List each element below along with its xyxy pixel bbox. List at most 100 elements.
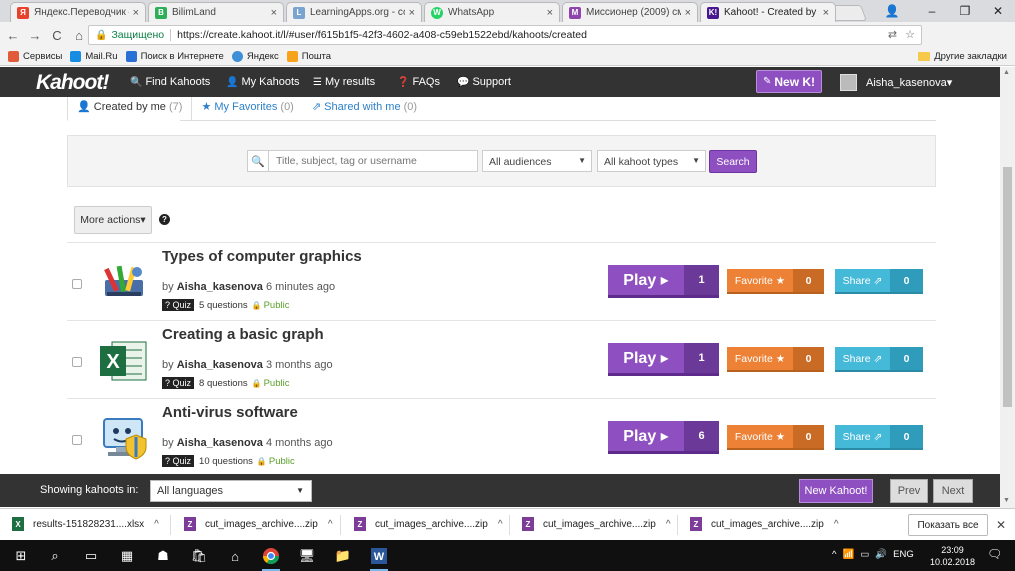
- new-k-button[interactable]: ✎ New K!: [756, 70, 822, 93]
- close-icon[interactable]: ×: [133, 7, 139, 19]
- author-link[interactable]: Aisha_kasenova: [177, 437, 263, 449]
- audience-select[interactable]: All audiences ▼: [482, 150, 592, 172]
- browser-tab-yandex-translate[interactable]: Я Яндекс.Переводчик – с ×: [10, 2, 146, 22]
- download-item[interactable]: X results-151828231....xlsx ^: [12, 517, 159, 531]
- browser-tab-whatsapp[interactable]: W WhatsApp ×: [424, 2, 560, 22]
- kahoot-title[interactable]: Types of computer graphics: [162, 248, 362, 265]
- close-icon[interactable]: ×: [685, 7, 691, 19]
- translate-icon[interactable]: ⇄: [888, 28, 897, 41]
- forward-icon[interactable]: →: [26, 28, 44, 43]
- chevron-up-icon[interactable]: ^: [832, 549, 836, 560]
- avatar[interactable]: [840, 74, 857, 91]
- bookmark-star-icon[interactable]: ☆: [905, 28, 915, 41]
- author-link[interactable]: Aisha_kasenova: [177, 359, 263, 371]
- chevron-up-icon[interactable]: ^: [328, 519, 333, 530]
- bookmark-yandex[interactable]: Яндекс: [231, 51, 279, 62]
- favorite-button[interactable]: Favorite ★ 0: [727, 425, 824, 450]
- help-icon[interactable]: ?: [159, 214, 170, 225]
- browser-tab-kahoot[interactable]: K! Kahoot! - Created by m ×: [700, 2, 836, 22]
- battery-icon[interactable]: ▭: [860, 549, 869, 560]
- page-scrollbar[interactable]: ▲ ▼: [1000, 67, 1015, 508]
- download-item[interactable]: Z cut_images_archive....zip ^: [522, 517, 671, 531]
- close-icon[interactable]: ×: [271, 7, 277, 19]
- show-all-downloads-button[interactable]: Показать все: [908, 514, 988, 536]
- network-icon[interactable]: 📶: [842, 549, 854, 560]
- file-explorer-icon[interactable]: 📁: [332, 545, 354, 567]
- chrome-app-icon[interactable]: [260, 545, 282, 571]
- prev-page-button[interactable]: Prev: [890, 479, 928, 503]
- share-button[interactable]: Share ⇗ 0: [835, 269, 923, 294]
- browser-tab-learningapps[interactable]: L LearningApps.org - соз ×: [286, 2, 422, 22]
- excel-thumbnail[interactable]: X: [95, 331, 153, 389]
- favorite-button[interactable]: Favorite ★ 0: [727, 347, 824, 372]
- chevron-up-icon[interactable]: ^: [666, 519, 671, 530]
- input-language[interactable]: ENG: [893, 549, 914, 560]
- bookmark-mail[interactable]: Пошта: [286, 51, 331, 62]
- other-bookmarks[interactable]: Другие закладки: [918, 51, 1007, 62]
- kahoot-type-select[interactable]: All kahoot types ▼: [597, 150, 706, 172]
- language-select[interactable]: All languages ▼: [150, 480, 312, 502]
- more-actions-button[interactable]: More actions ▾: [74, 206, 152, 234]
- close-icon[interactable]: ×: [547, 7, 553, 19]
- back-icon[interactable]: ←: [4, 28, 22, 43]
- task-view-icon[interactable]: ▭: [80, 545, 102, 567]
- home-app-icon[interactable]: ⌂: [224, 545, 246, 567]
- close-icon[interactable]: ×: [409, 7, 415, 19]
- chevron-up-icon[interactable]: ^: [498, 519, 503, 530]
- graphics-tools-thumbnail[interactable]: [95, 253, 153, 311]
- notifications-icon[interactable]: 🗨: [987, 547, 1002, 561]
- row-checkbox[interactable]: [72, 279, 82, 289]
- scrollbar-thumb[interactable]: [1003, 167, 1012, 407]
- kahoot-title[interactable]: Anti-virus software: [162, 404, 298, 421]
- antivirus-computer-thumbnail[interactable]: [95, 409, 153, 467]
- nav-my-kahoots[interactable]: 👤 My Kahoots: [226, 76, 300, 88]
- favorite-button[interactable]: Favorite ★ 0: [727, 269, 824, 294]
- search-button[interactable]: Search: [709, 150, 757, 173]
- system-clock[interactable]: 23:09 10.02.2018: [930, 544, 975, 568]
- download-item[interactable]: Z cut_images_archive....zip ^: [184, 517, 333, 531]
- next-page-button[interactable]: Next: [933, 479, 973, 503]
- nav-find-kahoots[interactable]: 🔍 Find Kahoots: [130, 76, 210, 88]
- new-kahoot-button[interactable]: New Kahoot!: [799, 479, 873, 503]
- close-icon[interactable]: ×: [823, 7, 829, 19]
- row-checkbox[interactable]: [72, 357, 82, 367]
- download-item[interactable]: Z cut_images_archive....zip ^: [690, 517, 839, 531]
- bookmark-internet-search[interactable]: Поиск в Интернете: [125, 51, 224, 62]
- scroll-up-icon[interactable]: ▲: [1003, 69, 1010, 76]
- kahoot-logo[interactable]: Kahoot!: [36, 71, 109, 95]
- browser-tab-missioner[interactable]: М Миссионер (2009) смо ×: [562, 2, 698, 22]
- profile-icon[interactable]: 👤: [872, 0, 912, 22]
- nav-my-results[interactable]: ☰ My results: [313, 76, 375, 88]
- browser-tab-bilimland[interactable]: B BilimLand ×: [148, 2, 284, 22]
- tab-my-favorites[interactable]: ★ My Favorites (0): [192, 97, 302, 121]
- word-app-icon[interactable]: W: [368, 545, 390, 571]
- windows-start-icon[interactable]: ⊞: [10, 545, 32, 567]
- people-app-icon[interactable]: ☗: [152, 545, 174, 567]
- reload-icon[interactable]: C: [48, 28, 66, 43]
- search-icon[interactable]: ⌕: [44, 545, 66, 567]
- close-icon[interactable]: ✕: [996, 518, 1006, 532]
- play-button[interactable]: Play ▸ 1: [608, 343, 719, 376]
- monitor-app-icon[interactable]: 🖥: [296, 545, 318, 567]
- user-menu[interactable]: Aisha_kasenova▾: [866, 76, 952, 89]
- chevron-up-icon[interactable]: ^: [154, 519, 159, 530]
- download-item[interactable]: Z cut_images_archive....zip ^: [354, 517, 503, 531]
- store-app-icon[interactable]: 🛍: [188, 545, 210, 567]
- nav-faqs[interactable]: ❓ FAQs: [397, 76, 440, 88]
- chevron-up-icon[interactable]: ^: [834, 519, 839, 530]
- tab-shared-with-me[interactable]: ⇗ Shared with me (0): [303, 97, 426, 121]
- tab-created-by-me[interactable]: 👤 Created by me (7): [67, 97, 193, 121]
- share-button[interactable]: Share ⇗ 0: [835, 347, 923, 372]
- share-button[interactable]: Share ⇗ 0: [835, 425, 923, 450]
- address-bar[interactable]: 🔒 Защищено https://create.kahoot.it/l/#u…: [88, 25, 922, 45]
- kahoot-title[interactable]: Creating a basic graph: [162, 326, 324, 343]
- play-button[interactable]: Play ▸ 6: [608, 421, 719, 454]
- url-text[interactable]: https://create.kahoot.it/l/#user/f615b1f…: [177, 29, 587, 41]
- calculator-app-icon[interactable]: ▦: [116, 545, 138, 567]
- search-input[interactable]: [269, 150, 478, 172]
- play-button[interactable]: Play ▸ 1: [608, 265, 719, 298]
- bookmark-mailru[interactable]: Mail.Ru: [70, 51, 118, 62]
- row-checkbox[interactable]: [72, 435, 82, 445]
- window-close-icon[interactable]: ✕: [978, 0, 1015, 22]
- scroll-down-icon[interactable]: ▼: [1003, 497, 1010, 504]
